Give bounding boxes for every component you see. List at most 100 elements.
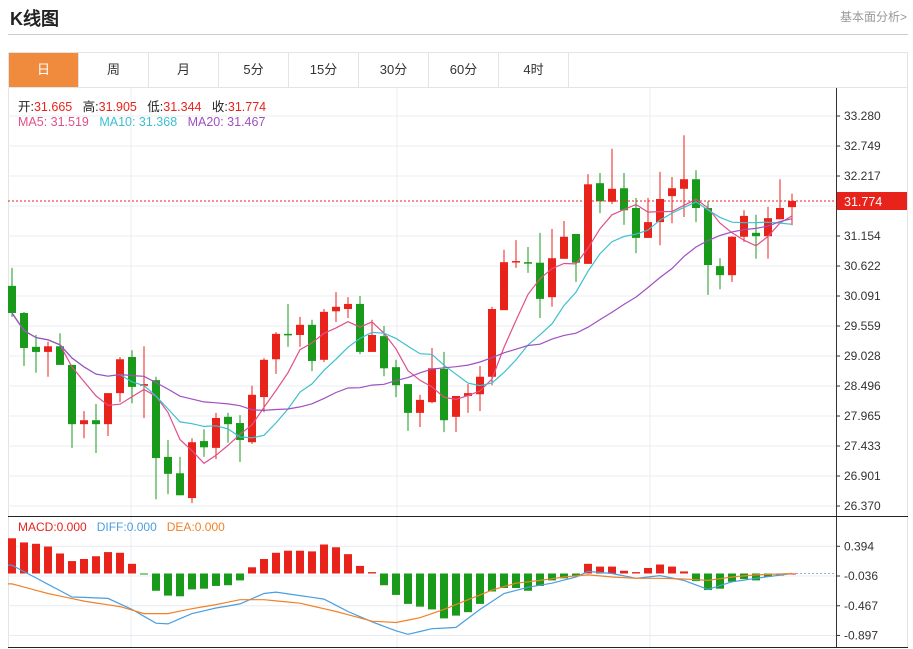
- ma-legend: MA5: 31.519 MA10: 31.368 MA20: 31.467: [18, 115, 265, 129]
- high-label: 高:: [82, 100, 99, 114]
- candle: [416, 394, 424, 427]
- candle-body: [560, 236, 568, 259]
- candle: [248, 385, 256, 444]
- candle-body: [416, 399, 424, 413]
- candle: [344, 297, 352, 319]
- candle: [356, 296, 364, 355]
- candle: [644, 197, 652, 238]
- candle-body: [356, 303, 364, 352]
- macd-bar: [20, 542, 28, 574]
- macd-bar: [476, 573, 484, 604]
- candle: [8, 267, 16, 317]
- candle-body: [164, 456, 172, 474]
- macd-bar: [392, 573, 400, 595]
- candle: [596, 173, 604, 214]
- candle: [668, 176, 676, 224]
- macd-bar: [320, 544, 328, 574]
- candle-body: [332, 306, 340, 312]
- candle: [392, 359, 400, 398]
- ma10-value: MA10: 31.368: [99, 115, 178, 129]
- high-value: 31.905: [98, 100, 137, 114]
- candle: [164, 439, 172, 495]
- y-tick-label: 29.028: [844, 349, 881, 363]
- candle: [692, 170, 700, 223]
- candle-body: [740, 215, 748, 237]
- macd-tick-label: -0.467: [844, 599, 878, 613]
- macd-bar: [644, 567, 652, 574]
- candle: [176, 456, 184, 496]
- macd-bar: [656, 564, 664, 574]
- close-value: 31.774: [227, 100, 267, 114]
- y-tick-label: 32.749: [844, 139, 881, 153]
- candle: [776, 179, 784, 220]
- candle-body: [224, 416, 232, 425]
- macd-bar: [464, 573, 472, 613]
- candle-body: [68, 364, 76, 425]
- macd-tick-label: 0.394: [844, 539, 874, 553]
- candle-body: [104, 393, 112, 425]
- candle-body: [716, 266, 724, 276]
- candle-body: [548, 258, 556, 298]
- macd-bar: [380, 573, 388, 586]
- candle: [68, 364, 76, 448]
- macd-bar: [344, 554, 352, 574]
- candle: [296, 316, 304, 347]
- candle: [272, 332, 280, 374]
- macd-bar: [368, 572, 376, 574]
- candle-body: [776, 207, 784, 220]
- candle: [44, 341, 52, 377]
- macd-bar: [8, 538, 16, 574]
- candle: [752, 214, 760, 259]
- macd-legend: MACD:0.000 DIFF:0.000 DEA:0.000: [18, 520, 225, 534]
- macd-bar: [92, 556, 100, 574]
- candle: [452, 395, 460, 433]
- ma20-value: MA20: 31.467: [187, 115, 266, 129]
- candle-body: [500, 262, 508, 311]
- macd-bar: [416, 573, 424, 607]
- y-tick-label: 33.280: [844, 109, 881, 123]
- close-label: 收:: [211, 100, 228, 114]
- candle-body: [392, 367, 400, 386]
- candle: [332, 292, 340, 323]
- candle: [572, 233, 580, 282]
- candle-body: [80, 420, 88, 425]
- candle-body: [536, 262, 544, 299]
- candle-body: [380, 336, 388, 369]
- candle-body: [524, 262, 532, 264]
- candle: [716, 258, 724, 290]
- candle-body: [488, 309, 496, 377]
- macd-tick-label: -0.036: [844, 569, 878, 583]
- candle: [464, 384, 472, 413]
- macd-bar: [32, 543, 40, 574]
- macd-bar: [248, 567, 256, 574]
- y-tick-label: 31.154: [844, 229, 881, 243]
- candle-body: [704, 207, 712, 266]
- y-tick-label: 30.091: [844, 289, 881, 303]
- macd-bar: [200, 573, 208, 589]
- macd-bar: [704, 573, 712, 591]
- candle: [512, 240, 520, 268]
- macd-bar: [404, 573, 412, 604]
- candle-body: [620, 188, 628, 211]
- candle-body: [752, 232, 760, 237]
- macd-value: MACD:0.000: [18, 520, 87, 534]
- candle-body: [728, 236, 736, 276]
- macd-bar: [668, 566, 676, 574]
- candle-body: [44, 346, 52, 352]
- ma5-line: [11, 198, 793, 465]
- candle: [116, 356, 124, 403]
- candle: [200, 429, 208, 457]
- candle-body: [596, 183, 604, 202]
- macd-tick-label: -0.897: [844, 628, 878, 642]
- candle: [20, 311, 28, 367]
- candle-body: [284, 333, 292, 336]
- macd-bar: [212, 573, 220, 586]
- macd-bar: [332, 547, 340, 574]
- candle: [440, 351, 448, 433]
- diff-value: DIFF:0.000: [96, 520, 157, 534]
- y-tick-label: 26.370: [844, 499, 881, 513]
- candle-body: [668, 188, 676, 197]
- macd-bar: [80, 558, 88, 574]
- candle-body: [572, 233, 580, 263]
- macd-bar: [428, 573, 436, 610]
